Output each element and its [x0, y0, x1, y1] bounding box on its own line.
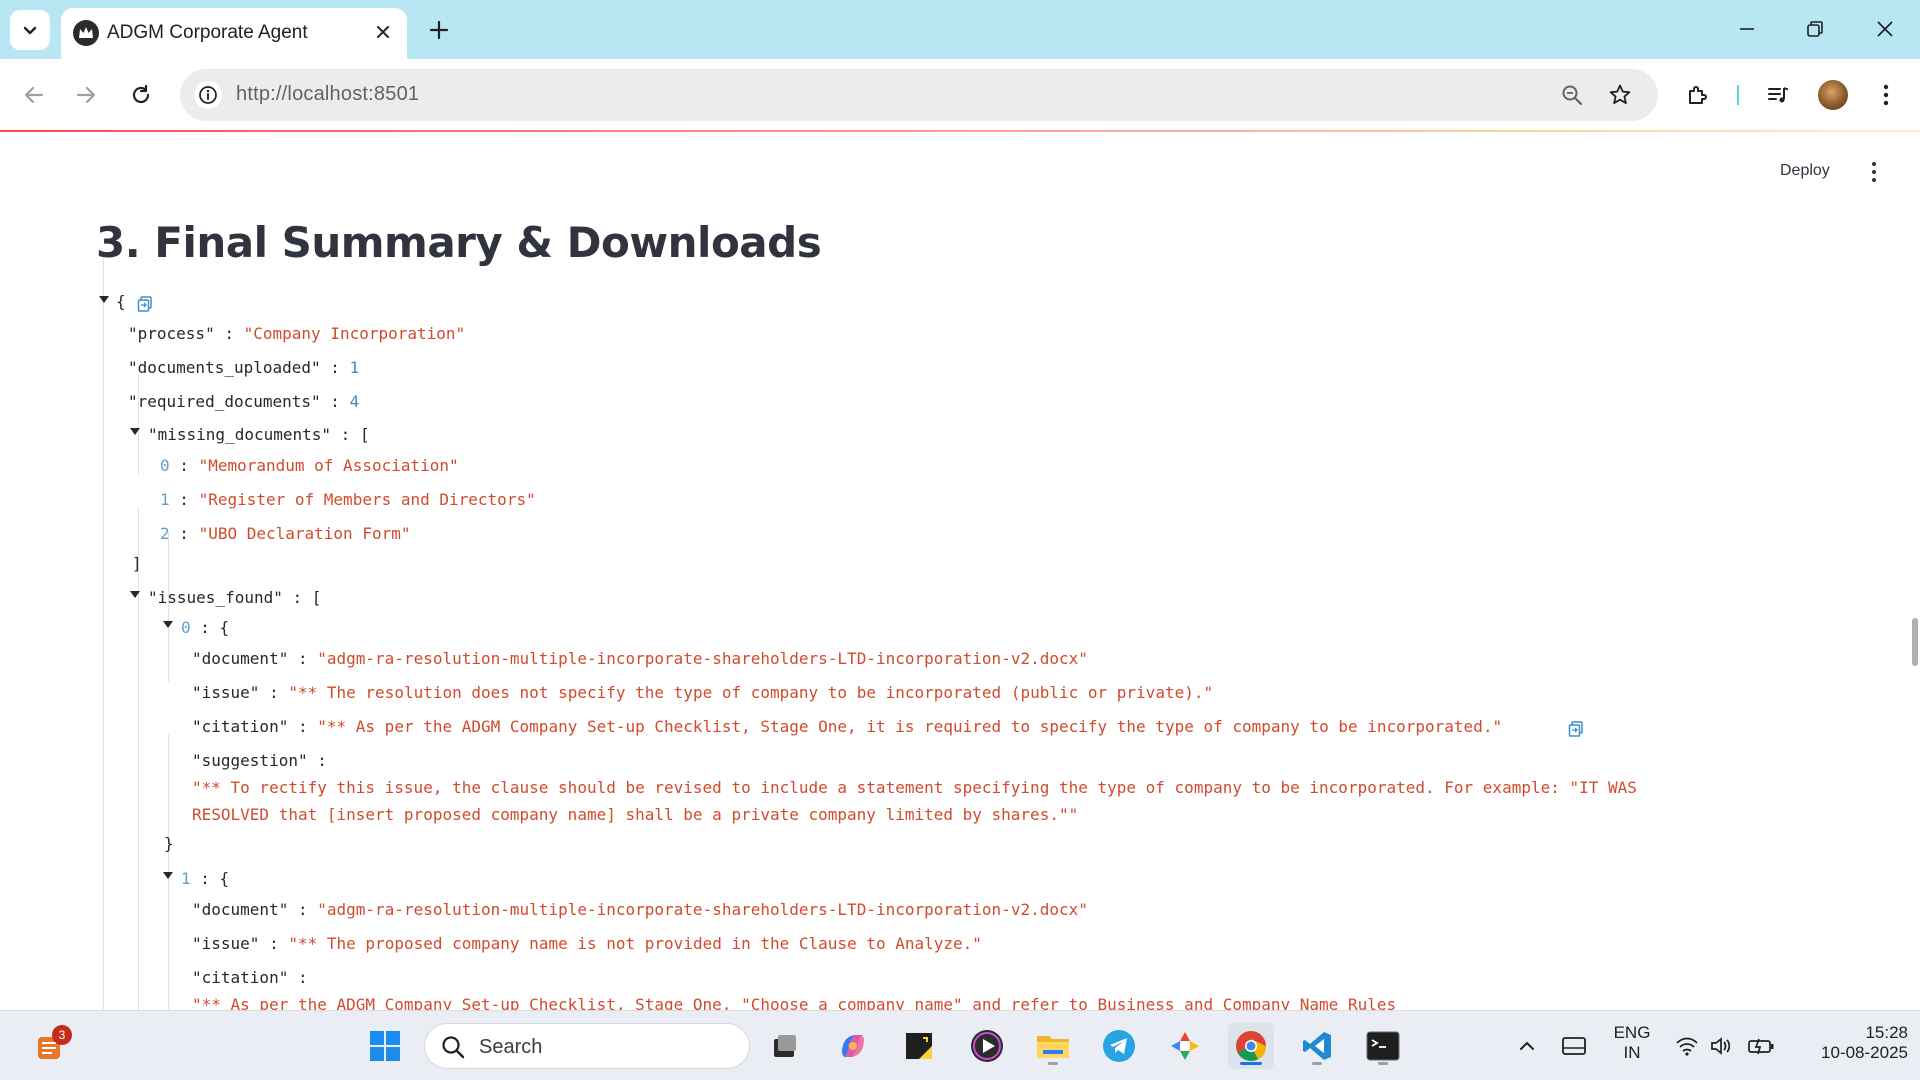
json-row-required-documents: "required_documents" : 4 [128, 392, 360, 411]
json-array-item: 1 : "Register of Members and Directors" [160, 490, 536, 509]
reload-icon[interactable] [121, 75, 161, 115]
clock-time: 15:28 [1865, 1023, 1908, 1042]
toolbar-divider [1737, 85, 1739, 105]
collapse-caret-icon[interactable] [163, 872, 173, 879]
tablet-keyboard-icon[interactable] [1551, 1023, 1597, 1069]
photos-app-icon[interactable] [1162, 1023, 1208, 1069]
json-row-citation: "citation" : "** As per the ADGM Company… [192, 717, 1503, 736]
browser-menu-kebab-icon[interactable] [1868, 77, 1904, 113]
terminal-app-icon[interactable] [1360, 1023, 1406, 1069]
file-explorer-icon[interactable] [1030, 1023, 1076, 1069]
site-info-icon[interactable] [194, 81, 222, 109]
json-issue-1-header: 1 : { [181, 869, 230, 888]
bookmark-star-icon[interactable] [1606, 81, 1634, 109]
browser-tabstrip: ADGM Corporate Agent [0, 0, 1920, 59]
json-row-document: "document" : "adgm-ra-resolution-multipl… [192, 900, 1088, 919]
tab-title: ADGM Corporate Agent [107, 22, 308, 43]
language-code: ENG [1613, 1023, 1651, 1042]
address-bar[interactable]: http://localhost:8501 [180, 69, 1658, 121]
windows-start-icon[interactable] [362, 1023, 408, 1069]
indent-guide [138, 508, 139, 1010]
chevron-down-icon [23, 26, 37, 35]
region-code: IN [1623, 1043, 1641, 1062]
chrome-app-icon[interactable] [1228, 1023, 1274, 1069]
media-player-icon[interactable] [964, 1023, 1010, 1069]
root-open-brace: { [116, 292, 126, 311]
tab-search-button[interactable] [10, 10, 50, 50]
indent-guide [138, 374, 139, 474]
json-array-item: 2 : "UBO Declaration Form" [160, 524, 411, 543]
json-array-close-bracket: ] [132, 554, 142, 573]
new-tab-plus-icon[interactable] [423, 14, 455, 46]
collapse-caret-icon[interactable] [99, 296, 109, 303]
copilot-app-icon[interactable] [830, 1023, 876, 1069]
json-viewer: { "process" : "Company Incorporation" "d… [0, 132, 1900, 1010]
minimize-window-icon[interactable] [1724, 12, 1770, 46]
json-row-process: "process" : "Company Incorporation" [128, 324, 466, 343]
media-controls-icon[interactable] [1760, 77, 1796, 113]
json-row-documents-uploaded: "documents_uploaded" : 1 [128, 358, 360, 377]
battery-charging-icon[interactable] [1738, 1023, 1784, 1069]
json-row-citation-partial: "** As per the ADGM Company Set-up Check… [192, 995, 1397, 1010]
copy-to-clipboard-icon[interactable] [1568, 721, 1584, 737]
json-row-issue: "issue" : "** The resolution does not sp… [192, 683, 1214, 702]
json-row-missing-documents: "missing_documents" : [ [148, 425, 370, 444]
json-row-citation-key: "citation" : [192, 968, 308, 987]
copy-to-clipboard-icon[interactable] [137, 296, 153, 312]
extensions-puzzle-icon[interactable] [1680, 77, 1716, 113]
search-icon [442, 1036, 465, 1059]
profile-avatar[interactable] [1815, 77, 1851, 113]
clock-date: 10-08-2025 [1821, 1043, 1908, 1062]
json-issue-0-header: 0 : { [181, 618, 230, 637]
json-row-suggestion-key: "suggestion" : [192, 751, 327, 770]
notification-badge: 3 [52, 1025, 72, 1045]
tab-close-icon[interactable] [371, 20, 395, 44]
clock[interactable]: 15:28 10-08-2025 [1788, 1023, 1908, 1063]
json-row-suggestion-line1: "** To rectify this issue, the clause sh… [192, 778, 1637, 797]
chevron-up-icon[interactable] [1504, 1023, 1550, 1069]
collapse-caret-icon[interactable] [130, 428, 140, 435]
sticky-notes-icon[interactable] [896, 1023, 942, 1069]
vscode-app-icon[interactable] [1294, 1023, 1340, 1069]
telegram-icon[interactable] [1096, 1023, 1142, 1069]
windows-taskbar: 3 Search ENG IN 15:28 10-08-2025 [0, 1010, 1920, 1080]
json-object-close-brace: } [164, 834, 174, 853]
url-text[interactable]: http://localhost:8501 [236, 83, 419, 106]
taskbar-search-box[interactable]: Search [424, 1023, 750, 1069]
back-arrow-icon[interactable] [14, 75, 54, 115]
json-row-issues-found: "issues_found" : [ [148, 588, 322, 607]
browser-tab-active[interactable]: ADGM Corporate Agent [61, 8, 407, 59]
json-row-issue: "issue" : "** The proposed company name … [192, 934, 982, 953]
zoom-magnifier-icon[interactable] [1558, 81, 1586, 109]
forward-arrow-icon[interactable] [66, 75, 106, 115]
streamlit-app-view: Deploy 3. Final Summary & Downloads { "p… [0, 132, 1920, 1010]
json-array-item: 0 : "Memorandum of Association" [160, 456, 459, 475]
search-placeholder: Search [479, 1036, 543, 1058]
page-scrollbar-thumb[interactable] [1912, 618, 1918, 666]
streamlit-crown-icon [73, 20, 99, 46]
collapse-caret-icon[interactable] [130, 591, 140, 598]
restore-window-icon[interactable] [1792, 12, 1838, 46]
indent-guide [103, 258, 104, 1010]
json-row-suggestion-line2: RESOLVED that [insert proposed company n… [192, 805, 1079, 824]
task-view-icon[interactable] [762, 1023, 808, 1069]
browser-toolbar: http://localhost:8501 [0, 59, 1920, 130]
widgets-app-icon[interactable]: 3 [26, 1023, 72, 1069]
json-row-document: "document" : "adgm-ra-resolution-multipl… [192, 649, 1088, 668]
input-language[interactable]: ENG IN [1608, 1023, 1656, 1063]
close-window-icon[interactable] [1862, 12, 1908, 46]
collapse-caret-icon[interactable] [163, 621, 173, 628]
